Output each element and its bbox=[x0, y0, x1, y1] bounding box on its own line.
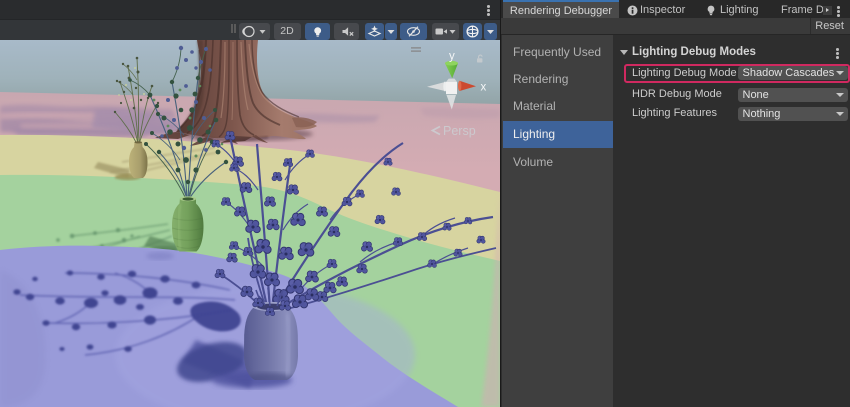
svg-text:x: x bbox=[481, 82, 487, 94]
svg-text:Persp: Persp bbox=[443, 124, 476, 138]
svg-text:y: y bbox=[449, 51, 455, 63]
